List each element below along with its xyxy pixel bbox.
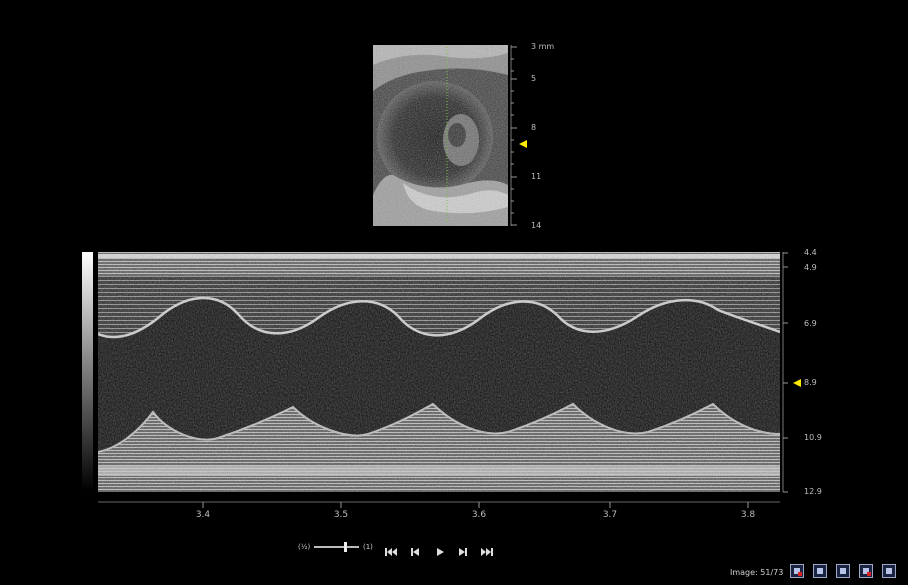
first-frame-icon[interactable] bbox=[384, 542, 398, 556]
mmode-focus-marker-icon[interactable] bbox=[793, 379, 801, 387]
mmode-depth-label: 8.9 bbox=[804, 378, 817, 387]
mmode-depth-label: 4.9 bbox=[804, 263, 817, 272]
mmode-image bbox=[97, 252, 781, 492]
mmode-depth-label: 10.9 bbox=[804, 433, 822, 442]
bmode-depth-label: 8 bbox=[531, 123, 537, 132]
time-axis-ticks bbox=[98, 501, 780, 508]
time-label: 3.4 bbox=[195, 510, 211, 520]
mmode-depth-label: 12.9 bbox=[804, 487, 822, 496]
image-counter: Image: 51/73 bbox=[730, 568, 784, 577]
save-icon[interactable] bbox=[813, 564, 827, 578]
play-icon[interactable] bbox=[435, 542, 445, 556]
print-icon[interactable] bbox=[859, 564, 873, 578]
prev-frame-icon[interactable] bbox=[410, 542, 420, 556]
mmode-depth-label: 6.9 bbox=[804, 319, 817, 328]
bmode-depth-label: 11 bbox=[531, 172, 542, 181]
bmode-depth-label: 3 mm bbox=[531, 42, 555, 51]
mmode-depth-label: 4.4 bbox=[804, 248, 817, 257]
mmode-depth-ticks bbox=[782, 252, 788, 493]
speed-slider[interactable] bbox=[314, 542, 359, 552]
layout-icon[interactable] bbox=[882, 564, 896, 578]
bmode-depth-label: 14 bbox=[531, 221, 542, 230]
time-label: 3.6 bbox=[471, 510, 487, 520]
bmode-depth-ticks bbox=[510, 45, 517, 226]
bmode-image bbox=[373, 45, 508, 226]
export-icon[interactable] bbox=[790, 564, 804, 578]
copy-icon[interactable] bbox=[836, 564, 850, 578]
mmode-panel bbox=[97, 252, 781, 492]
mmode-depth-scale: 4.4 4.9 6.9 8.9 10.9 12.9 bbox=[782, 248, 822, 496]
speed-slow-label[interactable]: (½) bbox=[298, 541, 310, 553]
bmode-depth-scale: 3 mm 5 8 11 14 bbox=[510, 42, 554, 230]
time-label: 3.7 bbox=[602, 510, 618, 520]
bmode-focus-marker-icon[interactable] bbox=[519, 140, 527, 148]
bmode-panel bbox=[373, 45, 508, 226]
time-label: 3.8 bbox=[740, 510, 756, 520]
time-axis bbox=[98, 494, 780, 508]
speed-fast-label[interactable]: (1) bbox=[363, 541, 373, 553]
last-frame-icon[interactable] bbox=[480, 542, 494, 556]
grayscale-bar bbox=[82, 252, 93, 491]
speed-slider-handle[interactable] bbox=[344, 542, 347, 552]
time-label: 3.5 bbox=[333, 510, 349, 520]
next-frame-icon[interactable] bbox=[458, 542, 468, 556]
bmode-depth-label: 5 bbox=[531, 74, 537, 83]
